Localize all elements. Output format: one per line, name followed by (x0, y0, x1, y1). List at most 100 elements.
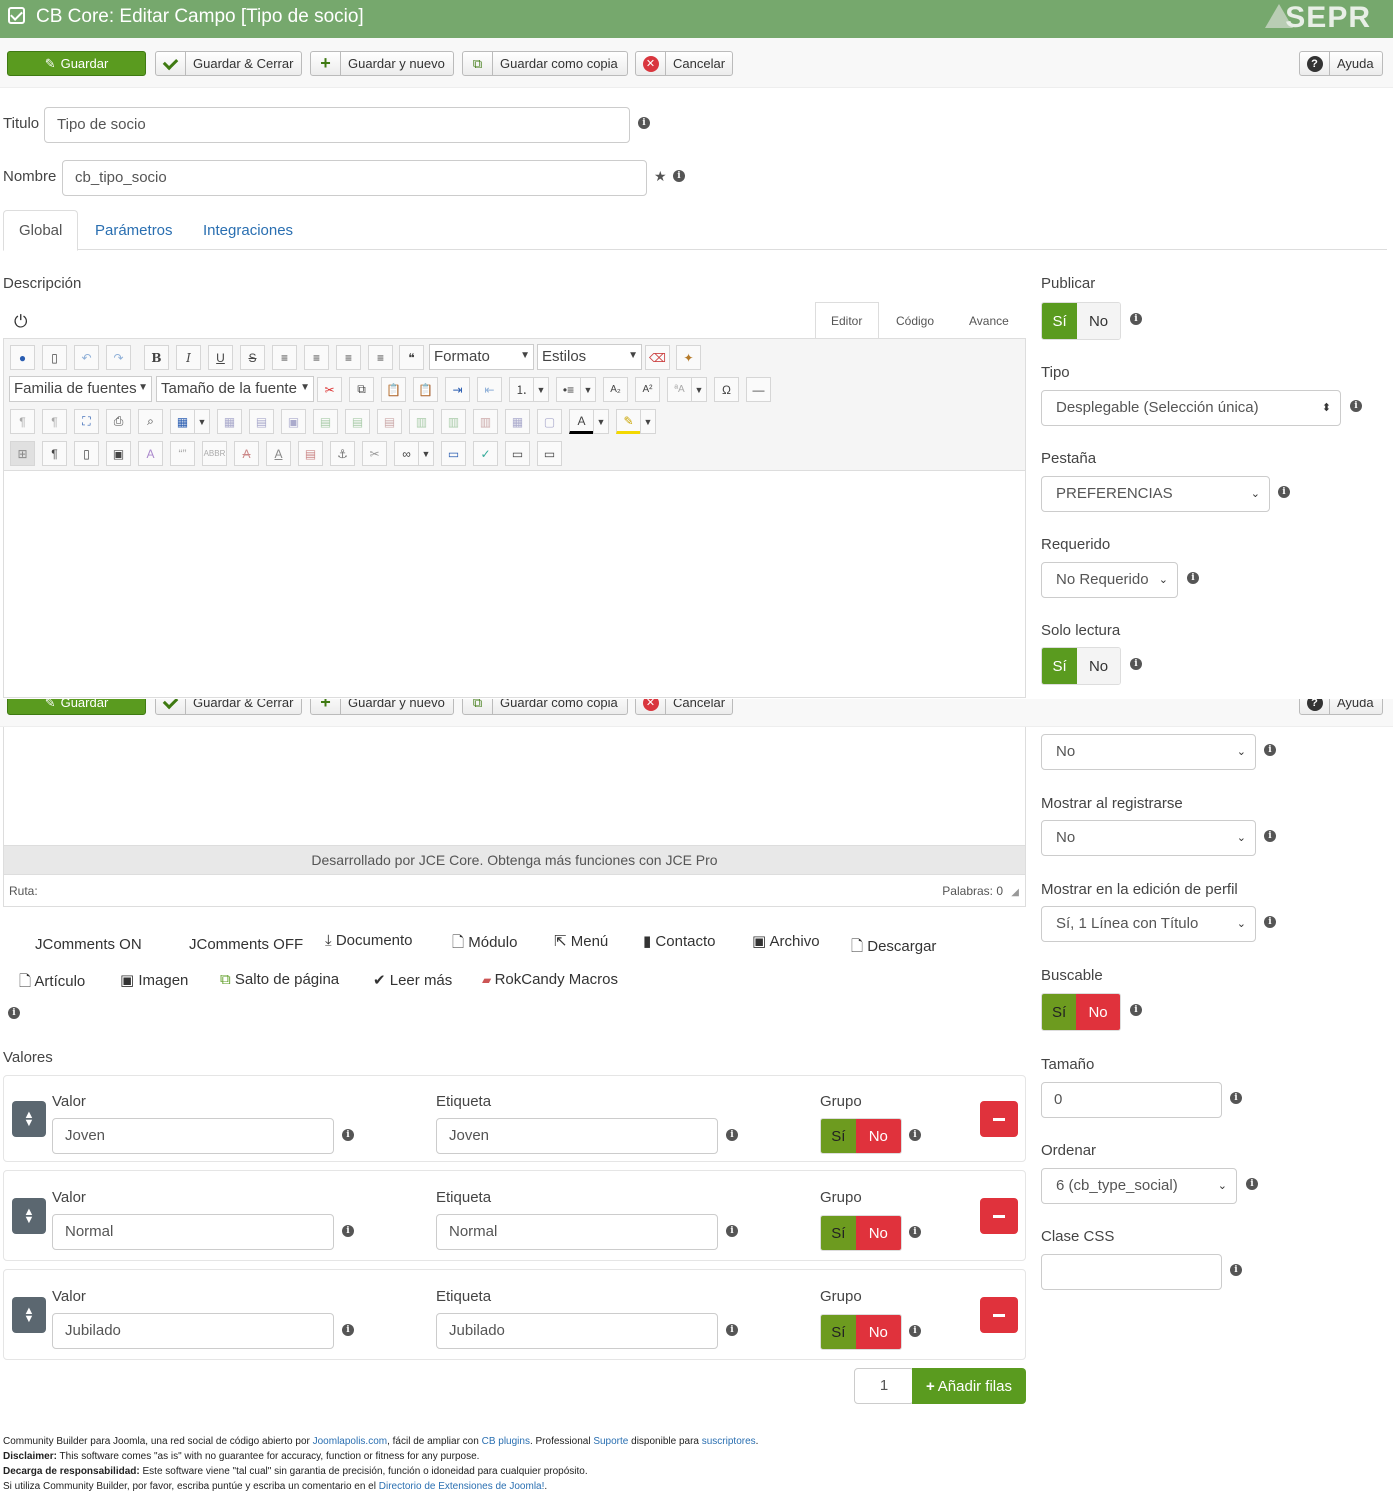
cell-props-icon[interactable]: ▣ (281, 409, 306, 434)
row-props-icon[interactable]: ▤ (249, 409, 274, 434)
help-button[interactable]: ? Ayuda (1299, 51, 1383, 76)
strikethrough-icon[interactable]: S (240, 345, 265, 370)
chevron-down-icon[interactable]: ▼ (580, 377, 596, 402)
remove-row-button[interactable] (980, 1198, 1018, 1234)
del-icon[interactable]: A (234, 441, 259, 466)
hr-icon[interactable]: ▭ (505, 441, 530, 466)
group-toggle[interactable]: Sí No (820, 1215, 902, 1251)
sort-handle-icon[interactable]: ▲ ▼ (12, 1297, 46, 1333)
cancel-button[interactable]: ✕ Cancelar (635, 699, 733, 715)
group-toggle[interactable]: Sí No (820, 1118, 902, 1154)
add-rows-count[interactable]: 1 (854, 1368, 914, 1404)
page-break-button[interactable]: ⧉ Salto de página (220, 971, 339, 988)
merge-cells-icon[interactable]: ▢ (537, 409, 562, 434)
info-icon[interactable]: i (673, 170, 685, 182)
abbr-icon[interactable]: ABBR (202, 441, 227, 466)
visual-aid-icon[interactable]: ⊞ (10, 441, 35, 466)
preview-icon[interactable]: ▭ (537, 441, 562, 466)
info-icon[interactable]: i (1264, 916, 1276, 928)
unlink-icon[interactable]: ✂ (362, 441, 387, 466)
info-icon[interactable]: i (342, 1129, 354, 1141)
save-close-button[interactable]: Guardar & Cerrar (155, 699, 302, 715)
row-before-icon[interactable]: ▤ (313, 409, 338, 434)
info-icon[interactable]: i (1230, 1092, 1242, 1104)
joomlapolis-link[interactable]: Joomlapolis.com (313, 1436, 387, 1447)
info-icon[interactable]: i (8, 1007, 20, 1019)
save-close-button[interactable]: Guardar & Cerrar (155, 51, 302, 76)
show-profile-select[interactable]: Sí, 1 Línea con Título ⌄ (1041, 906, 1256, 942)
value-input[interactable]: Joven (52, 1118, 334, 1154)
type-select[interactable]: Desplegable (Selección única) ⬍ (1041, 390, 1341, 426)
anchor-icon[interactable]: ⚓ (330, 441, 355, 466)
chevron-down-icon[interactable]: ▼ (194, 409, 210, 434)
template-icon[interactable]: ▯ (74, 441, 99, 466)
delete-col-icon[interactable]: ▥ (473, 409, 498, 434)
col-before-icon[interactable]: ▥ (409, 409, 434, 434)
chevron-down-icon[interactable]: ▼ (640, 409, 656, 434)
highlight-icon[interactable]: ✎ (616, 409, 641, 434)
ins-icon[interactable]: A (266, 441, 291, 466)
table-delete-icon[interactable]: ▦ (217, 409, 242, 434)
info-icon[interactable]: i (1130, 658, 1142, 670)
save-new-button[interactable]: + Guardar y nuevo (310, 51, 454, 76)
col-after-icon[interactable]: ▥ (441, 409, 466, 434)
editor-tab-code[interactable]: Código (896, 314, 934, 328)
hidden-select[interactable]: No ⌄ (1041, 734, 1256, 770)
info-icon[interactable]: i (909, 1129, 921, 1141)
redo-icon[interactable]: ↷ (106, 345, 131, 370)
align-center-icon[interactable]: ≡ (304, 345, 329, 370)
style-props-icon[interactable]: ▣ (106, 441, 131, 466)
info-icon[interactable]: i (1130, 313, 1142, 325)
italic-icon[interactable]: I (176, 345, 201, 370)
font-icon[interactable]: A (138, 441, 163, 466)
read-more-button[interactable]: ✔ Leer más (373, 971, 452, 989)
info-icon[interactable]: i (342, 1225, 354, 1237)
readonly-toggle[interactable]: Sí No (1041, 647, 1121, 685)
jcomments-off-button[interactable]: JComments OFF (189, 936, 303, 953)
name-input[interactable]: cb_tipo_socio (62, 160, 647, 196)
save-copy-button[interactable]: ⧉ Guardar como copia (462, 699, 628, 715)
show-register-select[interactable]: No ⌄ (1041, 820, 1256, 856)
chevron-down-icon[interactable]: ▼ (533, 377, 549, 402)
cancel-button[interactable]: ✕ Cancelar (635, 51, 733, 76)
editor-body[interactable]: Desarrollado por JCE Core. Obtenga más f… (3, 727, 1026, 907)
help-button[interactable]: ? Ayuda (1299, 699, 1383, 715)
info-icon[interactable]: i (1187, 572, 1199, 584)
info-icon[interactable]: i (1130, 1004, 1142, 1016)
format-dropdown[interactable]: Formato ▼ (429, 344, 534, 370)
info-icon[interactable]: i (1246, 1178, 1258, 1190)
label-input[interactable]: Joven (436, 1118, 718, 1154)
save-new-button[interactable]: + Guardar y nuevo (310, 699, 454, 715)
split-cells-icon[interactable]: ▦ (505, 409, 530, 434)
outdent-icon[interactable]: ⇤ (477, 377, 502, 402)
tab-parameters[interactable]: Parámetros (95, 222, 173, 239)
add-rows-button[interactable]: + Añadir filas (912, 1368, 1026, 1404)
module-button[interactable]: 🗋 Módulo (452, 932, 517, 957)
article-button[interactable]: 🗋 Artículo (19, 971, 85, 996)
indent-icon[interactable]: ⇥ (445, 377, 470, 402)
sort-handle-icon[interactable]: ▲ ▼ (12, 1198, 46, 1234)
editor-tab-preview[interactable]: Avance (969, 314, 1009, 328)
chevron-down-icon[interactable]: ▼ (691, 377, 707, 402)
image-icon[interactable]: ▭ (441, 441, 466, 466)
help-icon[interactable]: ● (10, 345, 35, 370)
text-color-icon[interactable]: A (569, 409, 594, 434)
align-left-icon[interactable]: ≡ (336, 345, 361, 370)
save-button[interactable]: ✎ Guardar (7, 51, 146, 76)
tab-integrations[interactable]: Integraciones (203, 222, 293, 239)
cb-plugins-link[interactable]: CB plugins (482, 1436, 530, 1447)
bullet-list-icon[interactable]: •≡ (556, 377, 581, 402)
fullscreen-icon[interactable]: ⛶ (74, 409, 99, 434)
chevron-down-icon[interactable]: ▼ (593, 409, 609, 434)
cleanup-icon[interactable]: ✦ (676, 345, 701, 370)
cut-icon[interactable]: ✂ (317, 377, 342, 402)
font-family-dropdown[interactable]: Familia de fuentes ▼ (9, 376, 152, 402)
table-icon[interactable]: ▦ (170, 409, 195, 434)
jcomments-on-button[interactable]: JComments ON (35, 936, 142, 953)
css-class-input[interactable] (1041, 1254, 1222, 1290)
support-link[interactable]: Suporte (593, 1436, 628, 1447)
ltr-icon[interactable]: ¶ (10, 409, 35, 434)
chevron-down-icon[interactable]: ▼ (418, 441, 434, 466)
title-input[interactable]: Tipo de socio (44, 107, 630, 143)
jed-link[interactable]: Directorio de Extensiones de Joomla! (379, 1481, 545, 1492)
